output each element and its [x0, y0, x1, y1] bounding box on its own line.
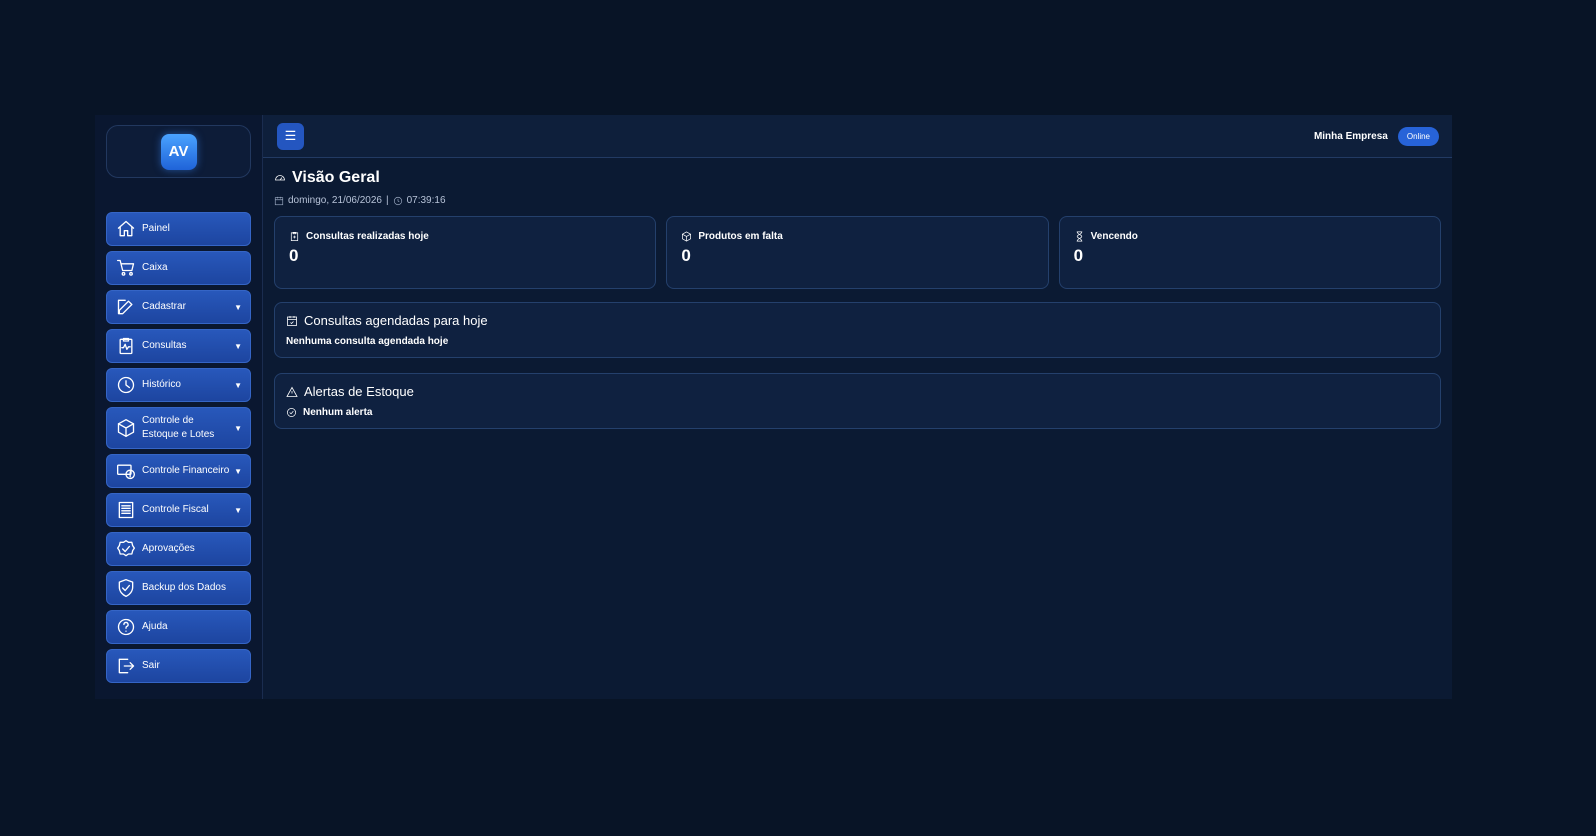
- sidebar-item-label: Painel: [142, 223, 170, 234]
- chevron-down-icon: ▼: [234, 341, 242, 351]
- card-header: Vencendo: [1074, 231, 1426, 242]
- sidebar-item-label: Consultas: [142, 340, 187, 351]
- sidebar-nav: Painel Caixa Cadastrar ▼ Consultas ▼ His…: [106, 212, 251, 683]
- date-time: domingo, 21/06/2026 | 07:39:16: [274, 195, 1441, 206]
- chevron-down-icon: ▼: [234, 380, 242, 390]
- shield-check-icon: [116, 578, 136, 598]
- sidebar-item-painel[interactable]: Painel: [106, 212, 251, 246]
- card-value: 0: [1073, 246, 1084, 265]
- edit-icon: [116, 297, 136, 317]
- card-label: Vencendo: [1090, 231, 1138, 242]
- appointments-panel: Consultas agendadas para hoje Nenhuma co…: [274, 302, 1441, 358]
- sidebar-item-label: Ajuda: [142, 621, 168, 632]
- page-title-text: Visão Geral: [292, 169, 380, 186]
- current-time: 07:39:16: [406, 195, 446, 206]
- card-label: Consultas realizadas hoje: [306, 231, 429, 242]
- sidebar-item-controle-estoque[interactable]: Controle de Estoque e Lotes ▼: [106, 407, 251, 449]
- logo: AV: [160, 133, 197, 170]
- badge-check-icon: [116, 539, 136, 559]
- sidebar-item-label: Caixa: [142, 262, 168, 273]
- alerts-empty: Nenhum alerta: [286, 407, 1429, 418]
- sidebar-item-label: Controle de Estoque e Lotes: [142, 415, 215, 440]
- logout-icon: [116, 656, 136, 676]
- stat-cards: Consultas realizadas hoje 0 Produtos em …: [274, 216, 1441, 289]
- sidebar-item-sair[interactable]: Sair: [106, 649, 251, 683]
- card-value: 0: [289, 246, 299, 265]
- main-area: ☰ Minha Empresa Online Visão Geral domin…: [263, 115, 1452, 699]
- calendar-icon: [274, 196, 284, 205]
- stock-alerts-panel: Alertas de Estoque Nenhum alerta: [274, 373, 1441, 429]
- chevron-down-icon: ▼: [234, 505, 242, 515]
- dashboard-content: Visão Geral domingo, 21/06/2026 | 07:39:…: [263, 158, 1452, 444]
- sidebar-item-consultas[interactable]: Consultas ▼: [106, 329, 251, 363]
- sidebar-item-label: Backup dos Dados: [142, 582, 226, 593]
- sidebar-item-label: Controle Financeiro: [142, 465, 230, 476]
- sidebar-item-cadastrar[interactable]: Cadastrar ▼: [106, 290, 251, 324]
- topbar-right: Minha Empresa Online: [1313, 126, 1439, 146]
- panel-title: Alertas de Estoque: [286, 384, 1429, 399]
- hourglass-icon: [1076, 231, 1082, 242]
- topbar: ☰ Minha Empresa Online: [263, 115, 1452, 158]
- panel-title-text: Alertas de Estoque: [304, 384, 414, 399]
- date-separator: |: [385, 195, 389, 206]
- money-icon: [116, 461, 136, 481]
- page-title: Visão Geral: [274, 169, 1441, 187]
- stat-card-produtos: Produtos em falta 0: [666, 216, 1049, 289]
- sidebar-item-caixa[interactable]: Caixa: [106, 251, 251, 285]
- clipboard-icon: [290, 232, 299, 241]
- menu-toggle-button[interactable]: ☰: [277, 122, 304, 150]
- company-name: Minha Empresa: [1313, 130, 1388, 142]
- sidebar-item-label: Cadastrar: [142, 301, 186, 312]
- warning-icon: [286, 386, 298, 397]
- home-icon: [116, 219, 136, 239]
- logo-container: AV: [106, 125, 251, 178]
- card-label: Produtos em falta: [698, 231, 783, 242]
- sidebar-item-controle-financeiro[interactable]: Controle Financeiro ▼: [106, 454, 251, 488]
- calendar-check-icon: [287, 315, 297, 326]
- clock-icon: [393, 196, 402, 205]
- stat-card-consultas: Consultas realizadas hoje 0: [274, 216, 657, 289]
- stat-card-vencendo: Vencendo 0: [1058, 216, 1441, 289]
- sidebar-item-ajuda[interactable]: Ajuda: [106, 610, 251, 644]
- sidebar-item-controle-fiscal[interactable]: Controle Fiscal ▼: [106, 493, 251, 527]
- chevron-down-icon: ▼: [234, 302, 242, 312]
- chevron-down-icon: ▼: [234, 423, 242, 433]
- sidebar-item-label: Aprovações: [142, 543, 195, 554]
- clock-icon: [116, 375, 136, 395]
- panel-title: Consultas agendadas para hoje: [286, 313, 1429, 328]
- clipboard-pulse-icon: [116, 336, 136, 356]
- card-header: Produtos em falta: [681, 231, 1033, 242]
- receipt-icon: [116, 500, 136, 520]
- sidebar-item-label: Histórico: [142, 379, 181, 390]
- sidebar-item-backup[interactable]: Backup dos Dados: [106, 571, 251, 605]
- app-window: AV Painel Caixa Cadastrar ▼ Consultas ▼: [95, 115, 1452, 699]
- sidebar-item-label: Controle Fiscal: [142, 504, 209, 515]
- cart-icon: [116, 258, 136, 278]
- status-badge: Online: [1397, 126, 1439, 146]
- panel-title-text: Consultas agendadas para hoje: [304, 313, 488, 328]
- current-date: domingo, 21/06/2026: [288, 195, 382, 206]
- sidebar: AV Painel Caixa Cadastrar ▼ Consultas ▼: [95, 115, 263, 699]
- box-icon: [682, 231, 692, 242]
- question-icon: [116, 617, 136, 637]
- card-header: Consultas realizadas hoje: [289, 231, 641, 242]
- sidebar-item-historico[interactable]: Histórico ▼: [106, 368, 251, 402]
- card-value: 0: [681, 246, 691, 265]
- check-circle-icon: [287, 408, 296, 417]
- chevron-down-icon: ▼: [234, 466, 242, 476]
- appointments-empty: Nenhuma consulta agendada hoje: [286, 336, 449, 347]
- sidebar-item-label: Sair: [142, 660, 160, 671]
- box-icon: [116, 418, 136, 438]
- sidebar-item-aprovacoes[interactable]: Aprovações: [106, 532, 251, 566]
- alerts-empty-text: Nenhum alerta: [303, 407, 373, 418]
- gauge-icon: [275, 175, 285, 181]
